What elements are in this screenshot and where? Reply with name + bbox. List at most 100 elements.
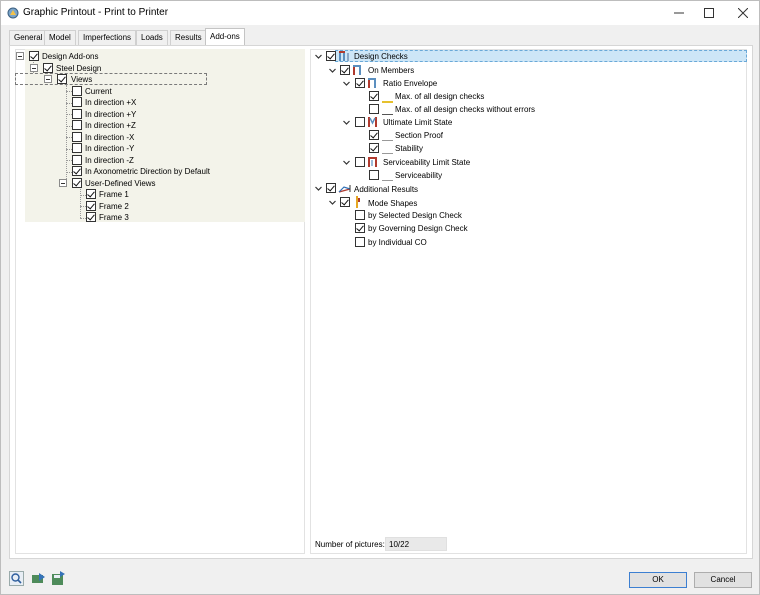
checkbox-on-members[interactable]	[340, 65, 350, 75]
help-button[interactable]	[9, 571, 24, 586]
tab-results[interactable]: Results	[170, 30, 207, 45]
checkbox-view-current[interactable]	[72, 86, 82, 96]
chevron-down-icon[interactable]	[328, 198, 337, 207]
tree-label-max-all-design-checks: Max. of all design checks	[395, 92, 485, 101]
checkbox-additional-results[interactable]	[326, 183, 336, 193]
additional-results-icon	[338, 183, 352, 196]
gray-line-icon	[382, 148, 393, 157]
gray-line-icon	[382, 109, 393, 118]
tree-label-view-plus-x: In direction +X	[85, 98, 137, 107]
pictures-count-value: 10/22	[385, 537, 447, 551]
checkbox-section-proof[interactable]	[369, 130, 379, 140]
title-bar: Graphic Printout - Print to Printer	[1, 1, 759, 25]
window-title: Graphic Printout - Print to Printer	[23, 7, 169, 18]
checkbox-steel-design[interactable]	[43, 63, 53, 73]
collapse-icon[interactable]	[59, 179, 67, 187]
tab-general[interactable]: General	[9, 30, 48, 45]
gray-line-icon	[382, 175, 393, 184]
tree-label-frame-2: Frame 2	[99, 202, 129, 211]
mode-shapes-icon	[354, 196, 362, 210]
checkbox-view-plus-y[interactable]	[72, 109, 82, 119]
checkbox-view-minus-y[interactable]	[72, 143, 82, 153]
checkbox-max-without-errors[interactable]	[369, 104, 379, 114]
tree-label-view-minus-z: In direction -Z	[85, 156, 134, 165]
member-icon	[352, 64, 364, 78]
tree-label-ratio-envelope: Ratio Envelope	[383, 79, 438, 88]
folder-arrow-icon	[32, 573, 45, 583]
app-icon	[7, 7, 19, 19]
checkbox-views[interactable]	[57, 74, 67, 84]
gray-line-icon	[382, 135, 393, 144]
checkbox-mode-shapes[interactable]	[340, 197, 350, 207]
tab-model[interactable]: Model	[44, 30, 76, 45]
chevron-down-icon[interactable]	[342, 158, 351, 167]
tree-label-on-members: On Members	[368, 66, 415, 75]
checkbox-design-checks[interactable]	[326, 51, 336, 61]
tree-label-views: Views	[71, 75, 93, 84]
tree-label-view-minus-x: In direction -X	[85, 133, 135, 142]
sls-icon	[367, 156, 379, 170]
load-settings-button[interactable]	[31, 571, 46, 586]
chevron-down-icon[interactable]	[342, 79, 351, 88]
tree-label-design-add-ons: Design Add-ons	[42, 52, 99, 61]
checkbox-ultimate-limit-state[interactable]	[355, 117, 365, 127]
tree-label-additional-results: Additional Results	[354, 185, 419, 194]
tree-label-view-minus-y: In direction -Y	[85, 144, 135, 153]
ok-button[interactable]: OK	[629, 572, 687, 588]
checkbox-view-plus-z[interactable]	[72, 120, 82, 130]
chevron-down-icon[interactable]	[342, 118, 351, 127]
search-help-icon	[9, 571, 24, 586]
collapse-icon[interactable]	[16, 52, 24, 60]
checkbox-max-all-design-checks[interactable]	[369, 91, 379, 101]
close-icon	[738, 8, 748, 18]
checkbox-serviceability[interactable]	[369, 170, 379, 180]
tree-label-by-individual-co: by Individual CO	[368, 238, 427, 247]
checkbox-by-governing-design-check[interactable]	[355, 223, 365, 233]
checkbox-frame-3[interactable]	[86, 212, 96, 222]
minimize-icon	[674, 12, 684, 14]
checkbox-view-plus-x[interactable]	[72, 97, 82, 107]
checkbox-view-minus-x[interactable]	[72, 132, 82, 142]
collapse-icon[interactable]	[30, 64, 38, 72]
tree-label-view-plus-y: In direction +Y	[85, 110, 137, 119]
tree-label-serviceability-limit-state: Serviceability Limit State	[383, 158, 471, 167]
checkbox-ratio-envelope[interactable]	[355, 78, 365, 88]
tree-label-ultimate-limit-state: Ultimate Limit State	[383, 118, 453, 127]
collapse-icon[interactable]	[44, 75, 52, 83]
pictures-count-label: Number of pictures:	[315, 540, 385, 549]
tree-label-by-governing-design-check: by Governing Design Check	[368, 224, 468, 233]
tree-label-section-proof: Section Proof	[395, 131, 444, 140]
tree-label-view-plus-z: In direction +Z	[85, 121, 136, 130]
tree-label-max-without-errors: Max. of all design checks without errors	[395, 105, 536, 114]
tree-label-frame-3: Frame 3	[99, 213, 129, 222]
close-button[interactable]	[727, 1, 759, 25]
maximize-button[interactable]	[693, 1, 725, 25]
design-checks-icon	[338, 50, 350, 64]
chevron-down-icon[interactable]	[314, 184, 323, 193]
tree-label-view-axonometric: In Axonometric Direction by Default	[85, 167, 210, 176]
checkbox-by-selected-design-check[interactable]	[355, 210, 365, 220]
tab-add-ons[interactable]: Add-ons	[205, 28, 245, 45]
checkbox-view-axonometric[interactable]	[72, 166, 82, 176]
minimize-button[interactable]	[663, 1, 695, 25]
tree-label-user-defined-views: User-Defined Views	[85, 179, 156, 188]
tree-label-stability: Stability	[395, 144, 424, 153]
yellow-line-icon	[382, 96, 393, 105]
checkbox-design-add-ons[interactable]	[29, 51, 39, 61]
checkbox-view-minus-z[interactable]	[72, 155, 82, 165]
tree-label-mode-shapes: Mode Shapes	[368, 199, 418, 208]
ratio-envelope-icon	[367, 77, 379, 91]
tree-label-by-selected-design-check: by Selected Design Check	[368, 211, 462, 220]
checkbox-frame-2[interactable]	[86, 201, 96, 211]
checkbox-stability[interactable]	[369, 143, 379, 153]
chevron-down-icon[interactable]	[314, 52, 323, 61]
tab-imperfections[interactable]: Imperfections	[78, 30, 137, 45]
checkbox-frame-1[interactable]	[86, 189, 96, 199]
cancel-button[interactable]: Cancel	[694, 572, 752, 588]
chevron-down-icon[interactable]	[328, 66, 337, 75]
tab-loads[interactable]: Loads	[136, 30, 168, 45]
checkbox-serviceability-limit-state[interactable]	[355, 157, 365, 167]
checkbox-by-individual-co[interactable]	[355, 237, 365, 247]
checkbox-user-defined-views[interactable]	[72, 178, 82, 188]
save-settings-button[interactable]	[51, 571, 66, 586]
